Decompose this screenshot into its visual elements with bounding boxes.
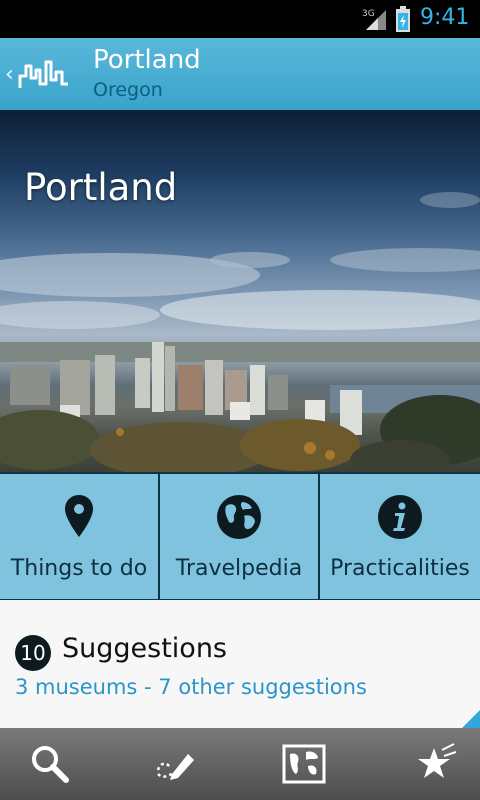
hero-image: Portland (0, 110, 480, 472)
tile-label: Practicalities (330, 556, 470, 581)
map-icon[interactable] (280, 740, 328, 788)
location-title[interactable]: Portland (93, 45, 201, 75)
tile-label: Travelpedia (175, 556, 303, 581)
suggestion-count-badge: 10 (15, 635, 51, 671)
network-type: 3G (362, 9, 375, 19)
edit-icon[interactable] (152, 740, 200, 788)
location-subtitle[interactable]: Oregon (93, 79, 163, 101)
status-bar: 3G 9:41 (0, 0, 480, 38)
bottom-bar (0, 728, 480, 800)
tile-practicalities[interactable]: Practicalities (320, 474, 480, 599)
tile-label: Things to do (10, 556, 148, 581)
hero-title: Portland (24, 166, 178, 209)
search-icon[interactable] (26, 740, 74, 788)
corner-indicator-icon (462, 710, 480, 728)
favorites-icon[interactable] (410, 740, 458, 788)
suggestions-heading: Suggestions (62, 633, 227, 664)
tile-travelpedia[interactable]: Travelpedia (160, 474, 318, 599)
signal-icon: 3G (362, 9, 386, 30)
action-bar: ‹ Portland Oregon (0, 38, 480, 110)
info-icon (378, 495, 422, 539)
map-pin-icon (65, 495, 93, 537)
tile-things-to-do[interactable]: Things to do (0, 474, 158, 599)
globe-icon (217, 495, 261, 539)
app-logo-icon[interactable] (18, 56, 70, 92)
up-caret-icon[interactable]: ‹ (5, 62, 14, 87)
suggestions-card[interactable]: 10 Suggestions 3 museums - 7 other sugge… (0, 600, 480, 728)
nav-tiles: Things to do Travelpedia Practicalities (0, 472, 480, 600)
battery-icon (396, 6, 410, 32)
clock: 9:41 (420, 5, 470, 30)
suggestions-detail: 3 museums - 7 other suggestions (15, 675, 367, 699)
city-skyline-illustration (0, 192, 480, 472)
